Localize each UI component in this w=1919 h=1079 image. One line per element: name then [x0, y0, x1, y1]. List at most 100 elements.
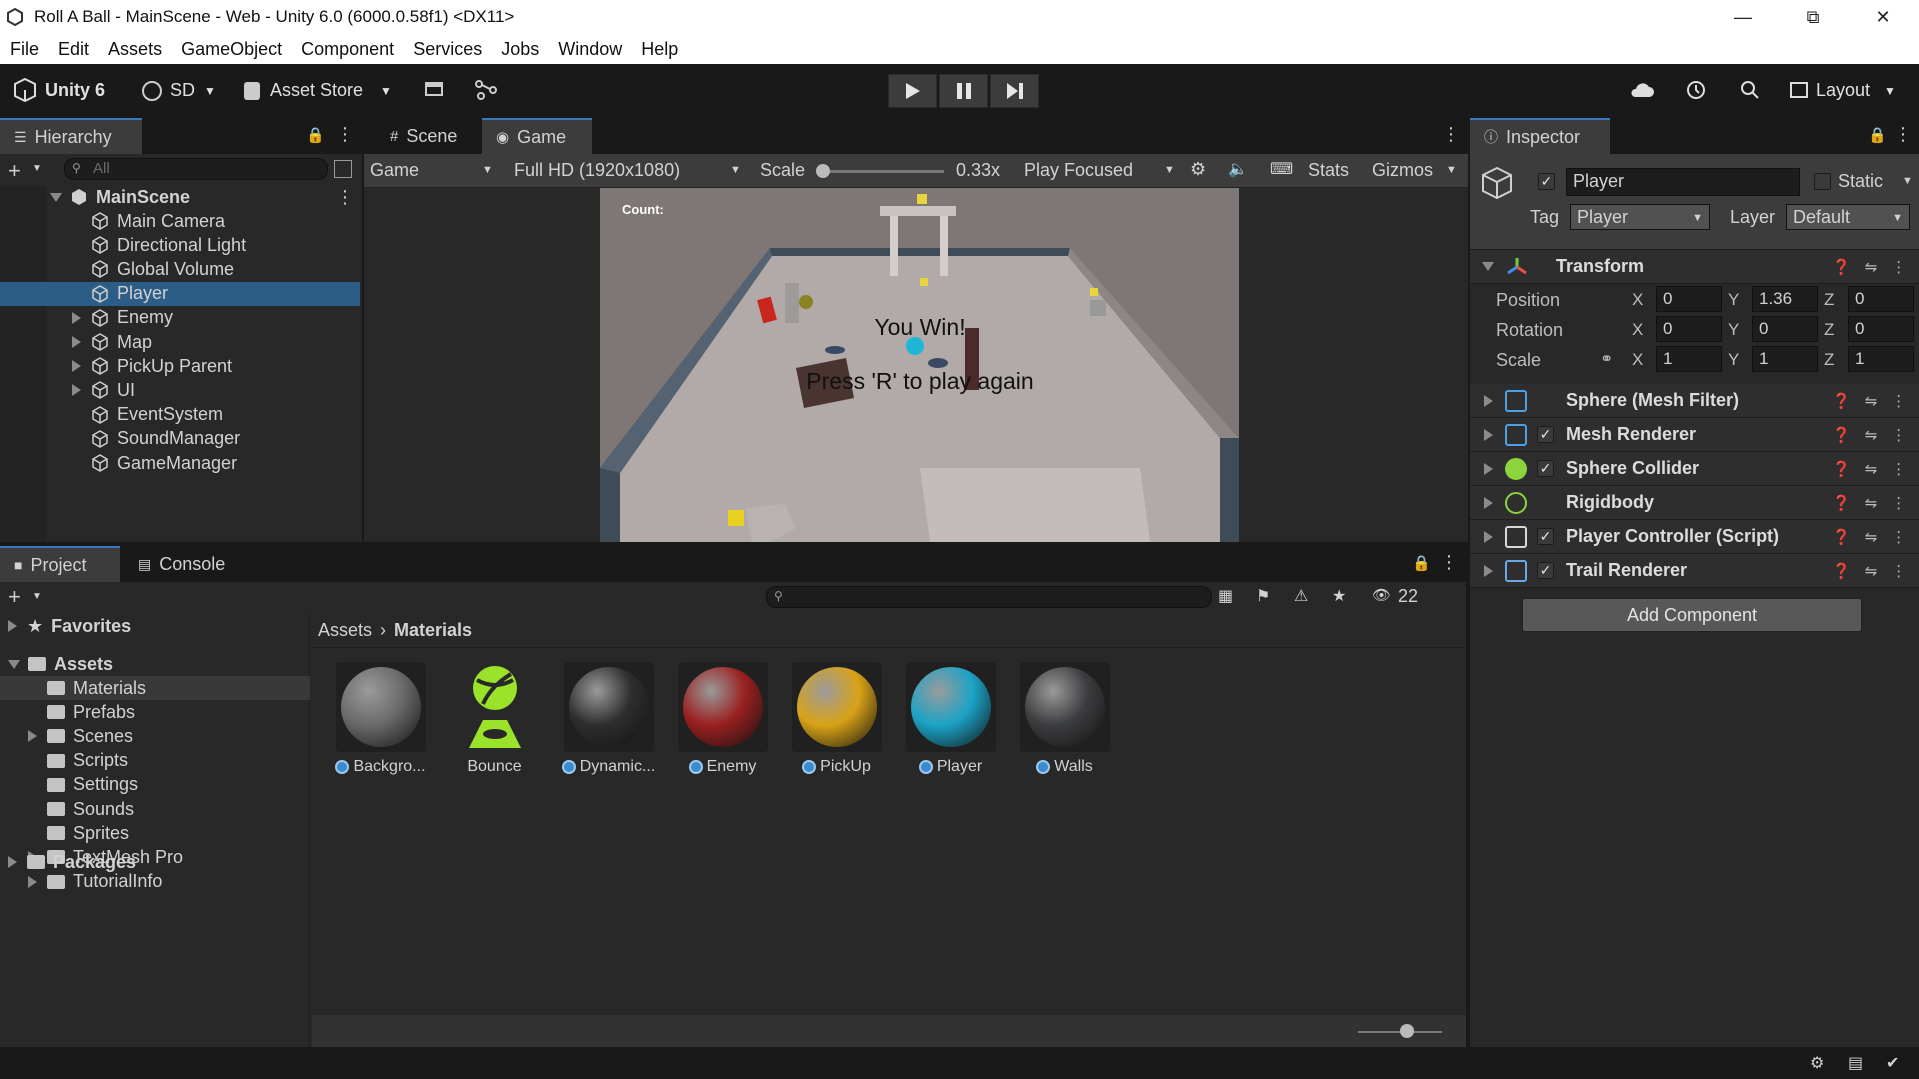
component-enabled-checkbox[interactable]: ✓ — [1537, 426, 1554, 443]
add-icon[interactable]: + — [8, 158, 21, 184]
cloud-icon[interactable] — [1630, 82, 1654, 98]
asset-bounce[interactable]: Bounce — [447, 662, 542, 776]
search-filter-icon[interactable] — [334, 160, 352, 178]
component-more-icon[interactable]: ⋮ — [1891, 392, 1906, 410]
scene-more-icon[interactable]: ⋮ — [336, 187, 354, 208]
debug-mode-icon[interactable]: ⚙ — [1810, 1053, 1824, 1073]
add-dropdown-icon[interactable]: ▼ — [32, 163, 42, 174]
position-x-field[interactable]: 0 — [1656, 286, 1722, 312]
progress-check-icon[interactable]: ✔ — [1886, 1053, 1899, 1073]
help-icon[interactable]: ❓ — [1832, 528, 1851, 546]
breadcrumb-assets[interactable]: Assets — [318, 620, 372, 641]
folder-sprites[interactable]: Sprites — [0, 821, 310, 845]
close-button[interactable]: ✕ — [1856, 0, 1910, 34]
hierarchy-item-player[interactable]: Player — [0, 281, 360, 306]
folder-scenes[interactable]: Scenes — [0, 724, 310, 748]
folder-prefabs[interactable]: Prefabs — [0, 700, 310, 724]
display-dropdown[interactable]: Game — [370, 160, 419, 181]
folder-sounds[interactable]: Sounds — [0, 797, 310, 821]
preset-icon[interactable]: ⇋ — [1865, 392, 1878, 410]
packages-row[interactable]: Packages — [0, 850, 310, 874]
tab-hierarchy[interactable]: ☰ Hierarchy — [0, 118, 142, 154]
static-checkbox[interactable] — [1814, 173, 1831, 190]
hierarchy-item-soundmanager[interactable]: SoundManager — [0, 427, 360, 451]
position-y-field[interactable]: 1.36 — [1752, 286, 1818, 312]
search-by-log-icon[interactable]: ⚠ — [1294, 586, 1308, 606]
menu-jobs[interactable]: Jobs — [501, 39, 539, 60]
preset-icon[interactable]: ⇋ — [1865, 494, 1878, 512]
tab-project[interactable]: ■ Project — [0, 546, 120, 582]
scale-slider-thumb[interactable] — [816, 164, 830, 178]
component-expand-icon[interactable] — [1484, 530, 1493, 543]
expand-icon[interactable] — [72, 384, 81, 397]
preset-icon[interactable]: ⇋ — [1865, 258, 1878, 276]
lock-icon[interactable]: 🔒 — [306, 126, 325, 144]
cache-server-icon[interactable]: ▤ — [1848, 1053, 1863, 1073]
audio-icon[interactable]: 🔈 — [1228, 159, 1248, 179]
rotation-z-field[interactable]: 0 — [1848, 316, 1914, 342]
project-add-icon[interactable]: + — [8, 584, 21, 610]
unity-version-label[interactable]: Unity 6 — [45, 80, 105, 101]
packages-expand-icon[interactable] — [8, 856, 17, 868]
menu-component[interactable]: Component — [301, 39, 394, 60]
hierarchy-item-gamemanager[interactable]: GameManager — [0, 451, 360, 475]
component-more-icon[interactable]: ⋮ — [1891, 258, 1906, 276]
minimize-button[interactable]: — — [1716, 0, 1770, 34]
menu-services[interactable]: Services — [413, 39, 482, 60]
asset-backgro[interactable]: Backgro... — [333, 662, 428, 776]
component-expand-icon[interactable] — [1484, 496, 1493, 509]
play-button[interactable] — [888, 74, 937, 108]
constrain-proportions-icon[interactable]: ⚭ — [1600, 349, 1613, 369]
hierarchy-item-main-camera[interactable]: Main Camera — [0, 209, 360, 233]
active-checkbox[interactable]: ✓ — [1538, 173, 1555, 190]
component-more-icon[interactable]: ⋮ — [1891, 562, 1906, 580]
object-name-input[interactable]: Player — [1566, 168, 1800, 196]
project-lock-icon[interactable]: 🔒 — [1412, 554, 1431, 572]
rotation-x-field[interactable]: 0 — [1656, 316, 1722, 342]
menu-edit[interactable]: Edit — [58, 39, 89, 60]
component-expand-icon[interactable] — [1484, 394, 1493, 407]
menu-file[interactable]: File — [10, 39, 39, 60]
component-more-icon[interactable]: ⋮ — [1891, 528, 1906, 546]
help-icon[interactable]: ❓ — [1832, 392, 1851, 410]
inspector-more-icon[interactable]: ⋮ — [1894, 124, 1912, 145]
favorites-row[interactable]: ★ Favorites — [0, 614, 310, 638]
layer-dropdown[interactable]: Default ▼ — [1786, 204, 1910, 230]
breadcrumb-materials[interactable]: Materials — [394, 620, 472, 641]
component-more-icon[interactable]: ⋮ — [1891, 460, 1906, 478]
menu-window[interactable]: Window — [558, 39, 622, 60]
hierarchy-item-map[interactable]: Map — [0, 330, 360, 354]
component-enabled-checkbox[interactable]: ✓ — [1537, 528, 1554, 545]
rotation-y-field[interactable]: 0 — [1752, 316, 1818, 342]
expand-icon[interactable] — [50, 192, 62, 202]
tag-dropdown[interactable]: Player ▼ — [1570, 204, 1710, 230]
asset-dynamic[interactable]: Dynamic... — [561, 662, 656, 776]
asset-player[interactable]: Player — [903, 662, 998, 776]
expand-icon[interactable] — [72, 311, 81, 324]
scale-x-field[interactable]: 1 — [1656, 346, 1722, 372]
hierarchy-item-ui[interactable]: UI — [0, 378, 360, 402]
layout-dropdown[interactable]: Layout — [1816, 80, 1870, 101]
scale-z-field[interactable]: 1 — [1848, 346, 1914, 372]
folder-scripts[interactable]: Scripts — [0, 749, 310, 773]
tab-game[interactable]: ◉ Game — [482, 118, 592, 154]
position-z-field[interactable]: 0 — [1848, 286, 1914, 312]
hierarchy-search-input[interactable]: All — [64, 158, 328, 180]
package-graph-icon[interactable] — [475, 80, 497, 100]
tab-inspector[interactable]: ⓘ Inspector — [1470, 118, 1610, 154]
folder-settings[interactable]: Settings — [0, 773, 310, 797]
static-dropdown-icon[interactable]: ▼ — [1902, 175, 1913, 187]
assets-expand-icon[interactable] — [8, 659, 20, 669]
help-icon[interactable]: ❓ — [1832, 426, 1851, 444]
tab-scene[interactable]: # Scene — [376, 118, 471, 154]
search-icon[interactable] — [1740, 80, 1760, 100]
icon-size-slider-thumb[interactable] — [1400, 1024, 1414, 1038]
game-render[interactable]: Count: You Win! Press 'R' to play again — [600, 188, 1239, 542]
preset-icon[interactable]: ⇋ — [1865, 528, 1878, 546]
gizmos-button[interactable]: Gizmos — [1372, 160, 1433, 181]
asset-store-button[interactable]: Asset Store — [270, 80, 363, 101]
folder-expand-icon[interactable] — [28, 730, 37, 743]
favorite-star-icon[interactable]: ★ — [1332, 586, 1346, 606]
folder-materials[interactable]: Materials — [0, 676, 310, 700]
search-by-label-icon[interactable]: ⚑ — [1256, 586, 1270, 606]
